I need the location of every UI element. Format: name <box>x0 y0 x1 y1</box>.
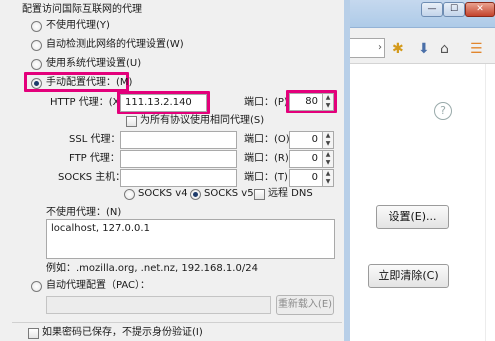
ftp-port-input[interactable]: 0 <box>289 150 323 168</box>
http-port-label: 端口：(P) <box>244 97 288 108</box>
socks-port-stepper[interactable]: ▲ ▼ <box>323 169 334 187</box>
socks-host-input[interactable] <box>120 169 237 187</box>
no-proxy-for-textarea[interactable]: localhost, 127.0.0.1 <box>46 219 335 259</box>
use-system-proxy-label[interactable]: 使用系统代理设置(U) <box>46 57 141 71</box>
ftp-proxy-label: FTP 代理： <box>69 153 120 164</box>
socks-v5-label[interactable]: SOCKS v5 <box>204 187 254 201</box>
help-icon[interactable]: ? <box>434 102 452 120</box>
auto-config-label[interactable]: 自动代理配置（PAC）： <box>46 279 150 293</box>
share-proxy-label[interactable]: 为所有协议使用相同代理(S) <box>140 114 264 128</box>
remote-dns-checkbox[interactable] <box>254 189 265 200</box>
browser-titlebar: — ☐ ✕ <box>330 0 495 28</box>
no-proxy-radio[interactable] <box>31 21 42 32</box>
socks-port-input[interactable]: 0 <box>289 169 323 187</box>
ftp-proxy-input[interactable] <box>120 150 237 168</box>
settings-button[interactable]: 设置(E)... <box>376 205 449 229</box>
maximize-button[interactable]: ☐ <box>443 2 465 17</box>
auto-detect-radio[interactable] <box>31 40 42 51</box>
socks-v4-radio[interactable] <box>124 189 135 200</box>
scrollbar-track <box>485 64 486 341</box>
ssl-port-input[interactable]: 0 <box>289 131 323 149</box>
no-proxy-example: 例如：.mozilla.org, .net.nz, 192.168.1.0/24 <box>46 263 258 274</box>
ssl-port-label: 端口：(O) <box>244 134 290 145</box>
socks-port-label: 端口：(T) <box>244 172 288 183</box>
socks-host-label: SOCKS 主机： <box>58 172 126 183</box>
close-button[interactable]: ✕ <box>465 2 495 17</box>
connection-settings-dialog: 配置访问国际互联网的代理 不使用代理(Y) 自动检测此网络的代理设置(W) 使用… <box>0 0 350 341</box>
browser-content: ? 设置(E)... 立即清除(C) <box>330 64 495 341</box>
menu-icon[interactable]: ☰ <box>470 42 483 56</box>
auto-detect-label[interactable]: 自动检测此网络的代理设置(W) <box>46 38 184 52</box>
ssl-port-stepper[interactable]: ▲ ▼ <box>323 131 334 149</box>
use-system-proxy-radio[interactable] <box>31 59 42 70</box>
http-proxy-label: HTTP 代理：(X) <box>50 97 124 108</box>
go-arrow-icon[interactable]: › <box>378 41 385 55</box>
ftp-port-label: 端口：(R) <box>244 153 289 164</box>
http-proxy-input[interactable]: 111.13.2.140 <box>120 94 207 112</box>
auto-config-url-input[interactable] <box>46 296 271 314</box>
no-proxy-label[interactable]: 不使用代理(Y) <box>46 19 110 33</box>
ssl-proxy-input[interactable] <box>120 131 237 149</box>
divider <box>12 322 342 323</box>
minimize-button[interactable]: — <box>421 2 443 17</box>
background-browser-window: — ☐ ✕ › ✱ ⬇ ⌂ ☰ ? 设置(E)... 立即清除(C) <box>330 0 495 341</box>
http-port-input[interactable]: 80 <box>289 93 323 111</box>
section-title: 配置访问国际互联网的代理 <box>22 4 142 15</box>
socks-v4-label[interactable]: SOCKS v4 <box>138 187 188 201</box>
extension-icon[interactable]: ✱ <box>392 42 404 56</box>
ssl-proxy-label: SSL 代理： <box>69 134 121 145</box>
manual-proxy-label[interactable]: 手动配置代理：(M) <box>46 76 132 90</box>
auto-config-radio[interactable] <box>31 281 42 292</box>
clear-now-button[interactable]: 立即清除(C) <box>368 264 449 288</box>
reload-button[interactable]: 重新载入(E) <box>276 295 334 315</box>
ftp-port-stepper[interactable]: ▲ ▼ <box>323 150 334 168</box>
no-prompt-auth-label[interactable]: 如果密码已保存，不提示身份验证(I) <box>42 326 203 340</box>
socks-v5-radio[interactable] <box>190 189 201 200</box>
browser-toolbar: › ✱ ⬇ ⌂ ☰ <box>330 28 495 64</box>
no-prompt-auth-checkbox[interactable] <box>28 328 39 339</box>
remote-dns-label[interactable]: 远程 DNS <box>268 187 313 201</box>
share-proxy-checkbox[interactable] <box>126 116 137 127</box>
http-port-stepper[interactable]: ▲ ▼ <box>323 93 334 111</box>
manual-proxy-radio[interactable] <box>31 78 42 89</box>
download-icon[interactable]: ⬇ <box>418 42 430 56</box>
home-icon[interactable]: ⌂ <box>440 42 449 56</box>
no-proxy-for-label: 不使用代理：(N) <box>46 207 122 218</box>
